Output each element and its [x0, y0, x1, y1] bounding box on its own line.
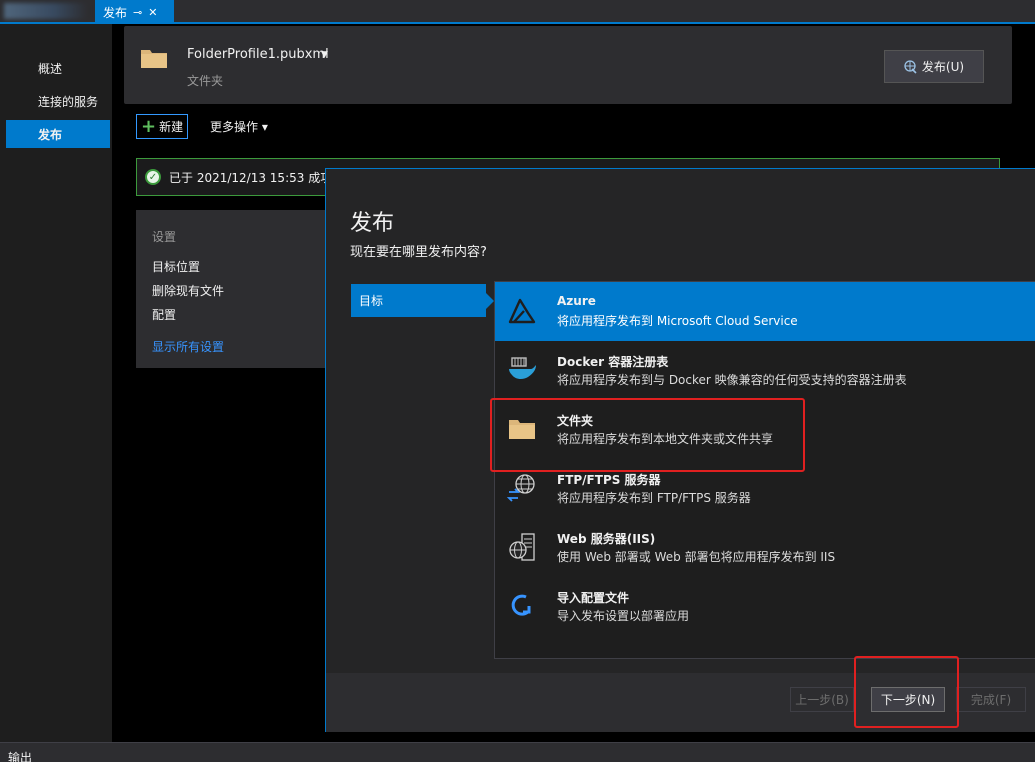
target-title: 文件夹: [557, 414, 594, 428]
azure-icon: [508, 298, 536, 324]
target-list: Azure 将应用程序发布到 Microsoft Cloud Service D…: [494, 281, 1035, 659]
target-desc: 将应用程序发布到 Microsoft Cloud Service: [557, 314, 798, 328]
wizard-step-target[interactable]: 目标: [351, 284, 494, 317]
publish-dialog: 发布 现在要在哪里发布内容? 目标 Azure 将应用程序发布到 Microso…: [325, 168, 1035, 732]
banner-text: 已于 2021/12/13 15:53 成功: [169, 170, 333, 185]
iis-server-icon: [509, 533, 535, 561]
target-import-profile[interactable]: 导入配置文件 导入发布设置以部署应用: [495, 577, 1035, 636]
output-panel-bar: 输出: [0, 742, 1035, 762]
target-desc: 使用 Web 部署或 Web 部署包将应用程序发布到 IIS: [557, 550, 836, 564]
target-ftp[interactable]: FTP/FTPS 服务器 将应用程序发布到 FTP/FTPS 服务器: [495, 459, 1035, 518]
folder-icon: [141, 50, 167, 68]
tab-publish[interactable]: 发布 ⊸ ✕: [95, 0, 174, 24]
show-all-settings-link[interactable]: 显示所有设置: [152, 338, 224, 355]
folder-icon: [509, 420, 535, 439]
ftp-globe-icon: [506, 474, 535, 502]
target-docker[interactable]: Docker 容器注册表 将应用程序发布到与 Docker 映像兼容的任何受支持…: [495, 341, 1035, 400]
target-title: FTP/FTPS 服务器: [557, 473, 661, 487]
target-iis[interactable]: Web 服务器(IIS) 使用 Web 部署或 Web 部署包将应用程序发布到 …: [495, 518, 1035, 577]
import-arrow-icon: [511, 594, 531, 616]
blurred-tab: [0, 0, 95, 22]
target-desc: 将应用程序发布到 FTP/FTPS 服务器: [557, 491, 751, 505]
output-tab[interactable]: 输出: [8, 749, 32, 762]
next-button[interactable]: 下一步(N): [871, 687, 945, 712]
document-tab-strip: 发布 ⊸ ✕: [0, 0, 1035, 24]
more-actions-button[interactable]: 更多操作 ▾: [210, 118, 268, 135]
target-azure[interactable]: Azure 将应用程序发布到 Microsoft Cloud Service: [495, 282, 1035, 341]
target-desc: 将应用程序发布到本地文件夹或文件共享: [557, 432, 774, 446]
settings-header: 设置: [152, 230, 177, 244]
dialog-subtitle: 现在要在哪里发布内容?: [350, 245, 487, 260]
dialog-title: 发布: [350, 211, 395, 236]
profile-name[interactable]: FolderProfile1.pubxml: [187, 47, 329, 62]
finish-button[interactable]: 完成(F): [956, 687, 1026, 712]
folder-icon-wrap: [505, 412, 539, 446]
check-icon: ✓: [145, 169, 161, 185]
publish-button[interactable]: 发布(U): [884, 50, 984, 83]
profile-type: 文件夹: [187, 74, 224, 88]
publish-globe-icon: [904, 59, 917, 74]
target-desc: 将应用程序发布到与 Docker 映像兼容的任何受支持的容器注册表: [557, 373, 907, 387]
settings-row-target: 目标位置: [152, 260, 201, 274]
ftp-icon-wrap: [505, 471, 539, 505]
profile-card: FolderProfile1.pubxml ▼ 文件夹 发布(U): [124, 26, 1012, 104]
plus-icon: +: [141, 115, 157, 137]
nav-item-overview[interactable]: 概述: [6, 54, 110, 82]
settings-panel: 设置 目标位置 删除现有文件 配置 显示所有设置: [136, 210, 336, 368]
new-label: 新建: [159, 120, 184, 134]
target-title: Web 服务器(IIS): [557, 532, 656, 546]
settings-row-config: 配置: [152, 308, 177, 322]
target-title: 导入配置文件: [557, 591, 630, 605]
tab-label: 发布: [103, 5, 128, 20]
back-button[interactable]: 上一步(B): [790, 687, 854, 712]
pin-icon[interactable]: ⊸: [133, 7, 142, 18]
chevron-down-icon[interactable]: ▼: [321, 50, 328, 60]
target-title: Azure: [557, 294, 596, 308]
settings-row-delete: 删除现有文件: [152, 284, 225, 298]
target-folder[interactable]: 文件夹 将应用程序发布到本地文件夹或文件共享: [495, 400, 1035, 459]
iis-icon-wrap: [505, 530, 539, 564]
nav-item-publish[interactable]: 发布: [6, 120, 110, 148]
new-profile-button[interactable]: + 新建: [136, 114, 188, 139]
docker-icon: [509, 357, 536, 380]
azure-icon-wrap: [505, 294, 539, 328]
left-nav: 概述 连接的服务 发布: [0, 24, 112, 742]
docker-icon-wrap: [505, 353, 539, 387]
import-icon-wrap: [505, 589, 539, 623]
target-desc: 导入发布设置以部署应用: [557, 609, 690, 623]
close-icon[interactable]: ✕: [148, 7, 157, 18]
target-title: Docker 容器注册表: [557, 355, 669, 369]
nav-item-connected-services[interactable]: 连接的服务: [6, 87, 110, 115]
publish-button-label: 发布(U): [921, 60, 965, 74]
